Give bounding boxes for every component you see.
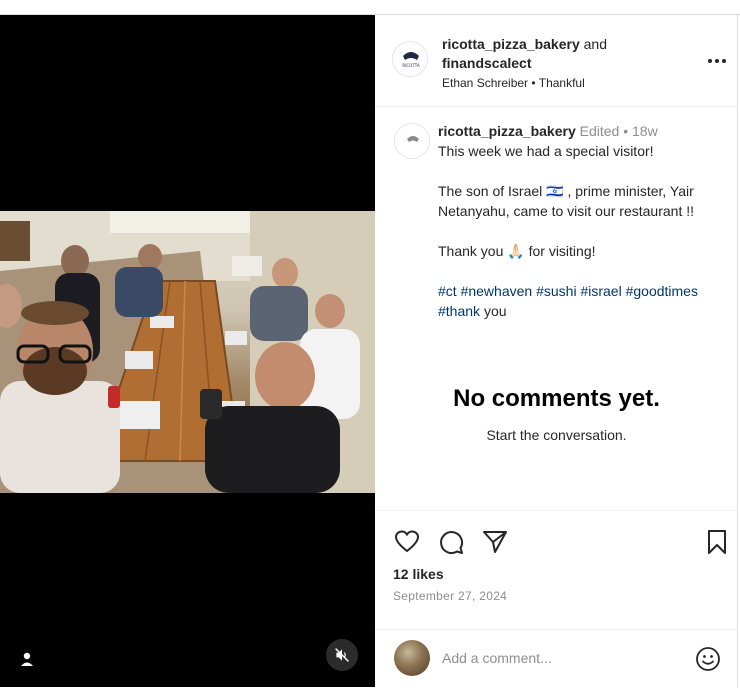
post-media[interactable]: [0, 15, 375, 687]
caption-username[interactable]: ricotta_pizza_bakery: [438, 123, 576, 139]
tagged-people-link[interactable]: Ethan Schreiber: [442, 76, 528, 90]
subtitle-separator: •: [531, 76, 536, 90]
emoji-icon: [696, 647, 720, 671]
comment-input[interactable]: [442, 650, 672, 666]
comment-button[interactable]: [437, 528, 465, 556]
post-subtitle: Ethan Schreiber • Thankful: [442, 76, 585, 90]
post-header: RICOTTA ricotta_pizza_bakery and finands…: [375, 15, 738, 107]
hashtag-link[interactable]: #sushi: [536, 283, 576, 299]
likes-count[interactable]: 12 likes: [393, 566, 444, 582]
caption-hashtags: #ct #newhaven #sushi #israel #goodtimes …: [438, 281, 728, 321]
current-user-avatar: [394, 640, 430, 676]
post-authors: ricotta_pizza_bakery and finandscalect: [442, 35, 682, 73]
caption-dot: •: [623, 123, 629, 139]
mute-button[interactable]: [326, 639, 358, 671]
caption-line-1: This week we had a special visitor!: [438, 143, 654, 159]
author-username[interactable]: ricotta_pizza_bakery: [442, 36, 580, 52]
post-photo: [0, 211, 375, 493]
empty-comments-title: No comments yet.: [453, 385, 660, 412]
post-date: September 27, 2024: [393, 589, 508, 603]
caption-age[interactable]: 18w: [632, 123, 658, 139]
like-button[interactable]: [393, 528, 421, 556]
hashtag-link[interactable]: #goodtimes: [626, 283, 698, 299]
praying-hands-emoji: 🙏🏻: [507, 243, 525, 259]
caption-edited: Edited: [579, 123, 620, 139]
caption-text: ricotta_pizza_bakery Edited • 18w This w…: [438, 121, 728, 321]
caption-avatar[interactable]: [394, 123, 430, 159]
emoji-button[interactable]: [695, 646, 721, 672]
share-button[interactable]: [481, 528, 509, 556]
caption-thanks: Thank you: [438, 243, 504, 259]
save-button[interactable]: [703, 528, 731, 556]
bookmark-icon: [708, 530, 726, 554]
more-options-button[interactable]: [705, 51, 729, 71]
hashtag-link[interactable]: #newhaven: [461, 283, 533, 299]
share-icon: [483, 531, 507, 553]
heart-icon: [394, 530, 420, 553]
hashtag-link[interactable]: #israel: [580, 283, 621, 299]
audio-link[interactable]: Thankful: [539, 76, 585, 90]
empty-comments-subtitle: Start the conversation.: [486, 427, 627, 443]
author-avatar[interactable]: RICOTTA: [392, 41, 428, 77]
caption-line-2: The son of Israel 🇮🇱 , prime minister, Y…: [438, 183, 695, 219]
post-details-pane: RICOTTA ricotta_pizza_bakery and finands…: [375, 15, 738, 687]
more-options-icon: [708, 59, 726, 63]
add-comment-bar: [375, 629, 738, 687]
caption-line-3: Thank you 🙏🏻 for visiting!: [438, 241, 728, 261]
muted-speaker-icon: [335, 648, 349, 662]
hashtag-link[interactable]: #thank: [438, 303, 480, 319]
collaborator-username[interactable]: finandscalect: [442, 55, 531, 71]
post-dialog: RICOTTA ricotta_pizza_bakery and finands…: [0, 14, 740, 689]
post-actions: 12 likes September 27, 2024: [375, 510, 738, 630]
caption-visiting: for visiting!: [528, 243, 596, 259]
user-tag-icon[interactable]: [16, 649, 38, 671]
authors-joiner: and: [583, 36, 607, 52]
caption-trailing-word: you: [483, 303, 507, 319]
hashtag-link[interactable]: #ct: [438, 283, 457, 299]
avatar-logo-text: RICOTTA: [402, 63, 419, 68]
comment-icon: [440, 531, 464, 555]
